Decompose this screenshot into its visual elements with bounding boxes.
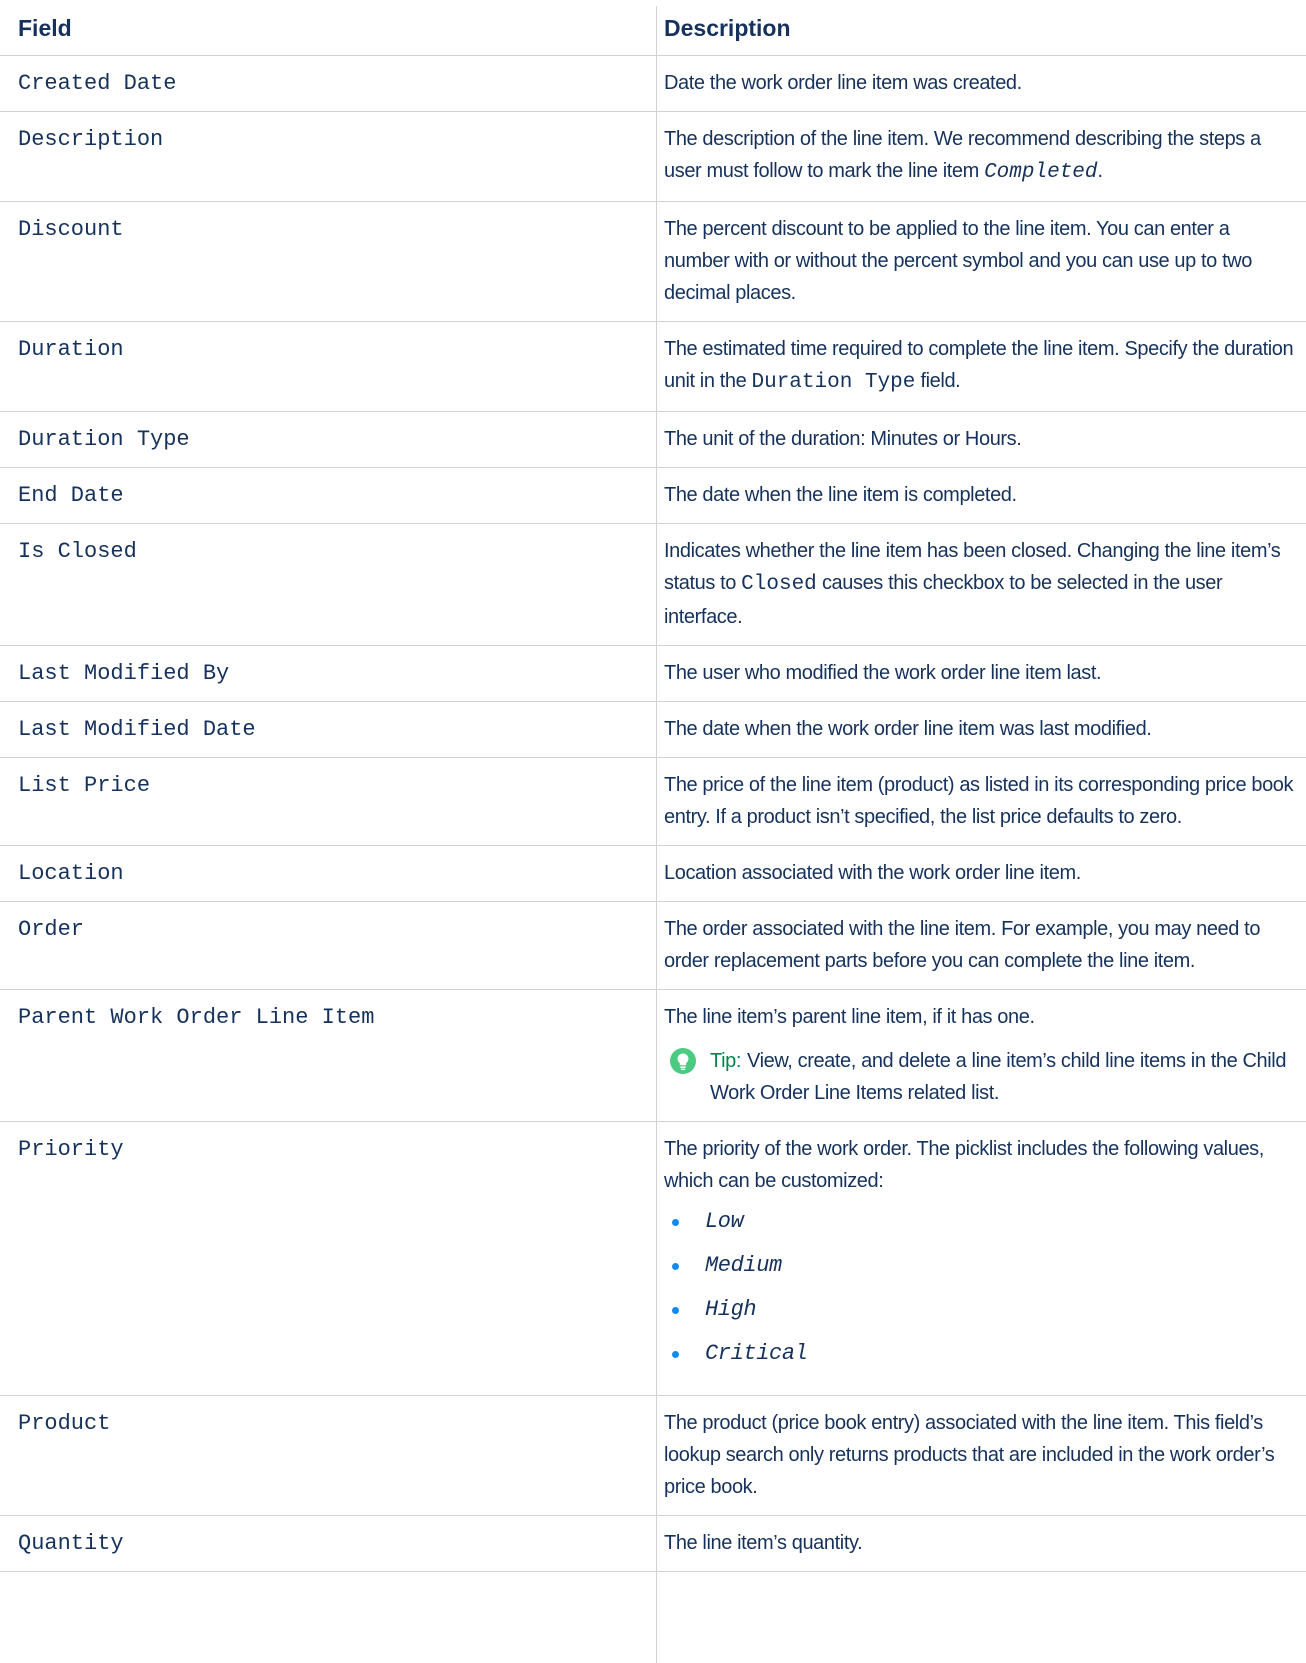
table-row: End Date The date when the line item is … xyxy=(0,467,1306,524)
table-row: Is Closed Indicates whether the line ite… xyxy=(0,523,1306,646)
field-reference-page: Field Description Created Date Date the … xyxy=(0,0,1306,1663)
bullet xyxy=(672,1350,679,1358)
bullet xyxy=(672,1218,679,1226)
field-description: Date the work order line item was create… xyxy=(656,55,1306,112)
picklist-value: High xyxy=(705,1297,757,1322)
table-row: Parent Work Order Line Item The line ite… xyxy=(0,989,1306,1122)
field-description: The description of the line item. We rec… xyxy=(656,111,1306,202)
tip-label: Tip: xyxy=(710,1050,741,1072)
table-row: Duration The estimated time required to … xyxy=(0,321,1306,412)
list-item: Medium xyxy=(664,1251,1298,1281)
field-description: The date when the work order line item w… xyxy=(656,701,1306,758)
table-row: Location Location associated with the wo… xyxy=(0,845,1306,902)
field-description: The unit of the duration: Minutes or Hou… xyxy=(656,411,1306,468)
table-row: Product The product (price book entry) a… xyxy=(0,1395,1306,1516)
field-table: Field Description Created Date Date the … xyxy=(0,0,1306,1572)
description-text: field. xyxy=(915,370,961,392)
field-name: End Date xyxy=(0,467,656,524)
field-name: Order xyxy=(0,901,656,990)
picklist-value: Critical xyxy=(705,1341,808,1366)
field-description: The order associated with the line item.… xyxy=(656,901,1306,990)
field-description: The estimated time required to complete … xyxy=(656,321,1306,412)
field-name: Created Date xyxy=(0,55,656,112)
lightbulb-icon xyxy=(670,1048,696,1074)
field-description: The product (price book entry) associate… xyxy=(656,1395,1306,1516)
field-description: The user who modified the work order lin… xyxy=(656,645,1306,702)
table-row: Created Date Date the work order line it… xyxy=(0,55,1306,112)
field-name: Last Modified Date xyxy=(0,701,656,758)
table-row: Last Modified Date The date when the wor… xyxy=(0,701,1306,758)
field-description: Location associated with the work order … xyxy=(656,845,1306,902)
picklist-values: Low Medium High Critical xyxy=(664,1207,1298,1369)
field-name: Product xyxy=(0,1395,656,1516)
field-name: Parent Work Order Line Item xyxy=(0,989,656,1122)
field-description: Indicates whether the line item has been… xyxy=(656,523,1306,646)
table-row: Duration Type The unit of the duration: … xyxy=(0,411,1306,468)
description-text: The description of the line item. We rec… xyxy=(664,128,1261,182)
table-row: Quantity The line item’s quantity. xyxy=(0,1515,1306,1572)
field-description: The priority of the work order. The pick… xyxy=(656,1121,1306,1396)
field-name: Duration xyxy=(0,321,656,412)
field-description: The line item’s quantity. xyxy=(656,1515,1306,1572)
field-description: The line item’s parent line item, if it … xyxy=(656,989,1306,1122)
list-item: Low xyxy=(664,1207,1298,1237)
field-name: Duration Type xyxy=(0,411,656,468)
code-value: Duration Type xyxy=(751,371,916,394)
table-row: Description The description of the line … xyxy=(0,111,1306,202)
field-name: Description xyxy=(0,111,656,202)
tip-callout: Tip: View, create, and delete a line item… xyxy=(664,1045,1298,1109)
tip-body: Tip: View, create, and delete a line item… xyxy=(710,1045,1298,1109)
picklist-value: Medium xyxy=(705,1253,782,1278)
field-name: Location xyxy=(0,845,656,902)
description-text: The priority of the work order. The pick… xyxy=(664,1138,1264,1192)
bullet xyxy=(672,1306,679,1314)
list-item: Critical xyxy=(664,1339,1298,1369)
field-name: Is Closed xyxy=(0,523,656,646)
table-row: Order The order associated with the line… xyxy=(0,901,1306,990)
bullet xyxy=(672,1262,679,1270)
field-name: Discount xyxy=(0,201,656,322)
field-description: The price of the line item (product) as … xyxy=(656,757,1306,846)
description-text: The line item’s parent line item, if it … xyxy=(664,1006,1035,1028)
field-name: List Price xyxy=(0,757,656,846)
table-row: Last Modified By The user who modified t… xyxy=(0,645,1306,702)
code-value: Completed xyxy=(984,161,1098,184)
field-name: Quantity xyxy=(0,1515,656,1572)
description-column-header: Description xyxy=(656,0,1306,56)
field-name: Last Modified By xyxy=(0,645,656,702)
table-row: List Price The price of the line item (p… xyxy=(0,757,1306,846)
description-text: . xyxy=(1097,160,1104,182)
tip-text: View, create, and delete a line item’s c… xyxy=(710,1050,1287,1104)
field-name: Priority xyxy=(0,1121,656,1396)
field-column-header: Field xyxy=(0,0,656,56)
list-item: High xyxy=(664,1295,1298,1325)
table-header-row: Field Description xyxy=(0,0,1306,56)
field-description: The percent discount to be applied to th… xyxy=(656,201,1306,322)
table-row: Priority The priority of the work order.… xyxy=(0,1121,1306,1396)
picklist-value: Low xyxy=(705,1209,744,1234)
table-row: Discount The percent discount to be appl… xyxy=(0,201,1306,322)
field-description: The date when the line item is completed… xyxy=(656,467,1306,524)
code-value: Closed xyxy=(741,573,817,596)
